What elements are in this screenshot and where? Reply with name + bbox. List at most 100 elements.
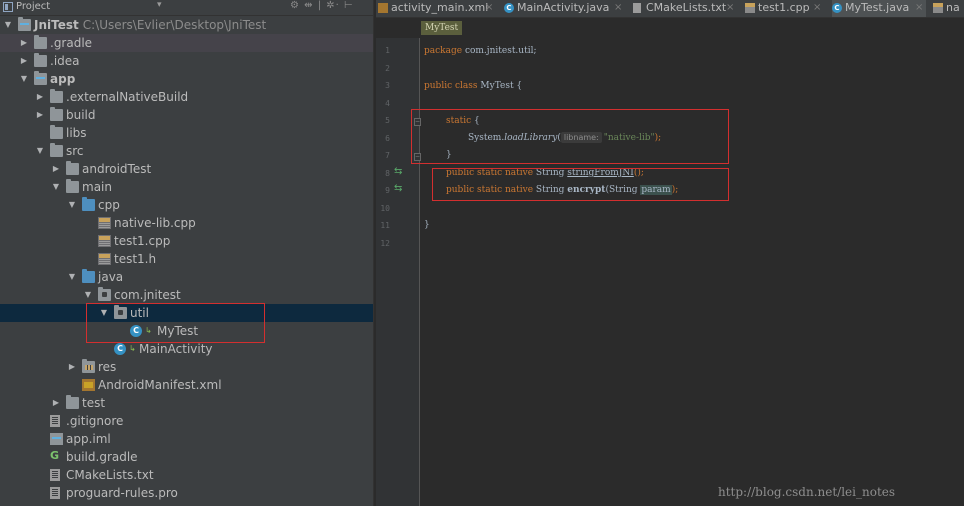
tree-item-label: test1.cpp — [114, 233, 170, 249]
source-folder-icon — [82, 197, 95, 211]
close-icon[interactable]: × — [813, 0, 821, 16]
editor-tab[interactable]: na — [933, 0, 963, 17]
java-class-icon: C — [832, 3, 842, 13]
keyword-class: class — [455, 81, 478, 91]
code-area[interactable]: package com.jnitest.util; public class M… — [411, 38, 964, 506]
tree-item-label: test1.h — [114, 251, 156, 267]
tree-item[interactable]: CMakeLists.txt — [0, 466, 373, 484]
expand-arrow-icon[interactable]: ▼ — [35, 145, 45, 157]
package-name: com.jnitest.util; — [462, 46, 537, 56]
tree-item-name: AndroidManifest.xml — [98, 378, 222, 392]
tree-item[interactable]: ▶ res — [0, 358, 373, 376]
tree-item[interactable]: ▶ androidTest — [0, 160, 373, 178]
collapse-arrow-icon[interactable]: ▶ — [35, 91, 45, 103]
collapse-arrow-icon[interactable]: ▶ — [51, 397, 61, 409]
tree-item[interactable]: app.iml — [0, 430, 373, 448]
tree-item[interactable]: ▶ .idea — [0, 52, 373, 70]
tree-item[interactable]: ▼ java — [0, 268, 373, 286]
jni-navigate-icon[interactable]: ⇆ — [394, 183, 402, 194]
tree-item-name: .externalNativeBuild — [66, 90, 189, 104]
editor-tab[interactable]: CMakeLists.txt × — [633, 0, 737, 17]
tree-item-name: java — [98, 270, 124, 284]
line-number: 7 — [385, 151, 390, 160]
tree-item[interactable]: Gbuild.gradle — [0, 448, 373, 466]
line-number: 8 — [385, 168, 390, 178]
editor-tab[interactable]: activity_main.xml × — [378, 0, 496, 17]
tree-item-name: MainActivity — [139, 342, 213, 356]
project-panel-title[interactable]: Project — [16, 1, 50, 12]
editor-tab[interactable]: test1.cpp × — [745, 0, 824, 17]
close-icon[interactable]: × — [726, 0, 734, 16]
tree-item[interactable]: test1.cpp — [0, 232, 373, 250]
collapse-arrow-icon[interactable]: ▶ — [67, 361, 77, 373]
tree-item-label: build.gradle — [66, 449, 138, 465]
tree-item-name: cpp — [98, 198, 120, 212]
tree-item-name: libs — [66, 126, 87, 140]
tree-item[interactable]: AndroidManifest.xml — [0, 376, 373, 394]
close-icon[interactable]: × — [485, 0, 493, 16]
close-icon[interactable]: × — [614, 0, 622, 16]
collapse-arrow-icon[interactable]: ▶ — [51, 163, 61, 175]
tree-item[interactable]: ▼ com.jnitest — [0, 286, 373, 304]
code-line-12: } — [424, 216, 430, 234]
jni-navigate-icon[interactable]: ⇆ — [394, 166, 402, 177]
tree-item[interactable]: ▼ main — [0, 178, 373, 196]
tree-item-label: .externalNativeBuild — [66, 89, 188, 105]
expand-arrow-icon[interactable]: ▼ — [51, 181, 61, 193]
tree-item[interactable]: ▶ .externalNativeBuild — [0, 88, 373, 106]
tree-item[interactable]: libs — [0, 124, 373, 142]
tab-label: activity_main.xml — [391, 1, 489, 14]
tree-item-label: com.jnitest — [114, 287, 181, 303]
tree-item[interactable]: .gitignore — [0, 412, 373, 430]
close-icon[interactable]: × — [915, 0, 923, 16]
editor-tab[interactable]: C MyTest.java × — [832, 0, 926, 17]
tree-item[interactable]: ▶ build — [0, 106, 373, 124]
line-number: 11 — [380, 221, 390, 230]
breadcrumb-class[interactable]: MyTest — [421, 21, 463, 35]
panel-toolbar-icons[interactable]: ⚙ ⇹ | ✲· ⊢ — [290, 0, 354, 11]
tree-item-name: app — [50, 72, 76, 86]
chevron-down-icon[interactable]: ▾ — [157, 0, 162, 10]
tree-item[interactable]: ▼ src — [0, 142, 373, 160]
tree-item[interactable]: ▼ app — [0, 70, 373, 88]
tree-item-label: src — [66, 143, 84, 159]
code-line-1: package com.jnitest.util; — [424, 42, 537, 60]
tree-item[interactable]: ▼ JniTest C:\Users\Evlier\Desktop\JniTest — [0, 16, 373, 34]
java-class-icon: C — [504, 3, 514, 13]
line-number: 2 — [385, 63, 390, 73]
text-file-icon — [633, 3, 641, 13]
tree-item[interactable]: ▼ cpp — [0, 196, 373, 214]
collapse-arrow-icon[interactable]: ▶ — [19, 55, 29, 67]
cpp-file-icon — [98, 235, 111, 247]
tree-item[interactable]: test1.h — [0, 250, 373, 268]
tree-item-name: JniTest — [34, 18, 79, 32]
editor-tab[interactable]: C MainActivity.java × — [504, 0, 625, 17]
tree-item[interactable]: ▶ test — [0, 394, 373, 412]
tree-item[interactable]: proguard-rules.pro — [0, 484, 373, 502]
project-panel-header: Project ▾ ⚙ ⇹ | ✲· ⊢ — [0, 0, 373, 16]
tree-item-name: com.jnitest — [114, 288, 181, 302]
tree-item-name: src — [66, 144, 84, 158]
collapse-arrow-icon[interactable]: ▶ — [19, 37, 29, 49]
expand-arrow-icon[interactable]: ▼ — [67, 271, 77, 283]
tree-item-label: test — [82, 395, 105, 411]
tree-item-name: .gradle — [50, 36, 93, 50]
expand-arrow-icon[interactable]: ▼ — [83, 289, 93, 301]
tree-item-label: main — [82, 179, 112, 195]
expand-arrow-icon[interactable]: ▼ — [19, 73, 29, 85]
folder-icon — [34, 53, 47, 67]
text-file-icon — [50, 487, 60, 499]
module-folder-icon — [18, 17, 31, 31]
expand-arrow-icon[interactable]: ▼ — [3, 19, 13, 31]
tree-item[interactable]: native-lib.cpp — [0, 214, 373, 232]
line-number: 1 — [385, 46, 390, 55]
annotation-box-native-methods — [432, 168, 729, 201]
expand-arrow-icon[interactable]: ▼ — [67, 199, 77, 211]
tab-label: na — [946, 1, 960, 14]
tree-item-name: build.gradle — [66, 450, 138, 464]
tree-item[interactable]: ▶ .gradle — [0, 34, 373, 52]
tree-item-label: .idea — [50, 53, 80, 69]
tree-item-label: libs — [66, 125, 87, 141]
collapse-arrow-icon[interactable]: ▶ — [35, 109, 45, 121]
xml-file-icon — [378, 3, 388, 13]
